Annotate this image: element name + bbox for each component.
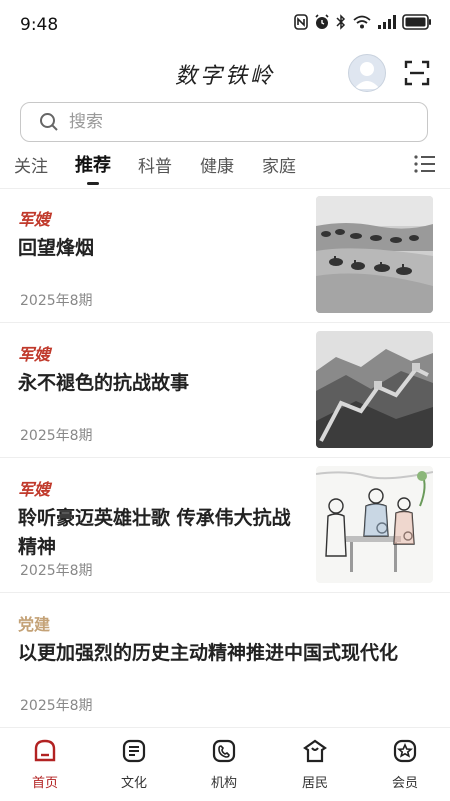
member-icon — [393, 739, 417, 763]
institution-icon — [212, 739, 236, 763]
tab-health[interactable]: 健康 — [200, 152, 234, 177]
bluetooth-icon — [336, 14, 346, 30]
culture-icon — [122, 739, 146, 763]
home-icon — [34, 739, 56, 762]
tab-family[interactable]: 家庭 — [262, 152, 296, 177]
search-input[interactable] — [67, 111, 391, 133]
list-item[interactable]: 军嫂 聆听豪迈英雄壮歌 传承伟大抗战精神 2025年8期 — [0, 458, 450, 593]
bottom-nav: 首页 文化 机构 居民 会员 — [0, 727, 450, 801]
item-thumbnail[interactable] — [316, 196, 433, 313]
desert-caravan-image — [316, 196, 433, 313]
item-title[interactable]: 永不褪色的抗战故事 — [18, 369, 294, 398]
great-wall-image — [316, 331, 433, 448]
tab-follow[interactable]: 关注 — [14, 152, 48, 177]
tab-science[interactable]: 科普 — [138, 152, 172, 177]
item-issue: 2025年8期 — [20, 698, 93, 714]
avatar[interactable] — [348, 54, 386, 92]
nav-home[interactable]: 首页 — [10, 738, 80, 791]
item-issue: 2025年8期 — [20, 428, 93, 444]
residents-icon — [303, 739, 327, 763]
nav-label: 居民 — [301, 776, 328, 791]
user-avatar-icon — [354, 62, 380, 89]
nav-residents[interactable]: 居民 — [280, 738, 350, 791]
item-title[interactable]: 聆听豪迈英雄壮歌 传承伟大抗战精神 — [18, 504, 294, 562]
menu-icon[interactable] — [414, 154, 436, 174]
nav-label: 机构 — [210, 776, 237, 791]
item-title[interactable]: 回望烽烟 — [18, 234, 294, 263]
article-feed: 军嫂 回望烽烟 2025年8期 军嫂 永不褪色的抗战故事 2025年8期 军嫂 … — [0, 188, 450, 728]
list-item[interactable]: 军嫂 永不褪色的抗战故事 2025年8期 — [0, 323, 450, 458]
status-icons — [294, 14, 432, 30]
battery-icon — [402, 14, 431, 30]
alarm-icon — [315, 14, 329, 29]
nfc-icon — [294, 14, 308, 30]
status-bar: 9:48 — [0, 0, 450, 48]
item-thumbnail[interactable] — [316, 331, 433, 448]
nav-label: 文化 — [120, 776, 147, 791]
item-issue: 2025年8期 — [20, 293, 93, 309]
nav-culture[interactable]: 文化 — [99, 738, 169, 791]
item-category: 军嫂 — [18, 345, 51, 364]
item-category: 军嫂 — [18, 210, 51, 229]
tab-recommended[interactable]: 推荐 — [75, 151, 111, 177]
scan-icon[interactable] — [404, 60, 430, 86]
nav-institution[interactable]: 机构 — [189, 738, 259, 791]
signal-icon — [378, 15, 396, 29]
item-thumbnail[interactable] — [316, 466, 433, 583]
nav-member[interactable]: 会员 — [370, 738, 440, 791]
family-illustration-image — [316, 466, 433, 583]
list-item[interactable]: 军嫂 回望烽烟 2025年8期 — [0, 188, 450, 323]
nav-label: 首页 — [31, 776, 58, 791]
nav-label: 会员 — [391, 776, 418, 791]
wifi-icon — [353, 15, 371, 29]
status-time: 9:48 — [20, 15, 59, 35]
app-header: 数字铁岭 — [0, 48, 450, 100]
search-bar[interactable] — [20, 102, 428, 142]
category-tabs: 关注 推荐 科普 健康 家庭 — [0, 150, 450, 189]
item-title[interactable]: 以更加强烈的历史主动精神推进中国式现代化 — [18, 639, 428, 668]
active-tab-indicator — [87, 182, 99, 185]
item-category: 党建 — [18, 615, 51, 634]
search-icon — [40, 113, 58, 131]
item-category: 军嫂 — [18, 480, 51, 499]
item-issue: 2025年8期 — [20, 563, 93, 579]
list-item[interactable]: 党建 以更加强烈的历史主动精神推进中国式现代化 2025年8期 — [0, 593, 450, 728]
